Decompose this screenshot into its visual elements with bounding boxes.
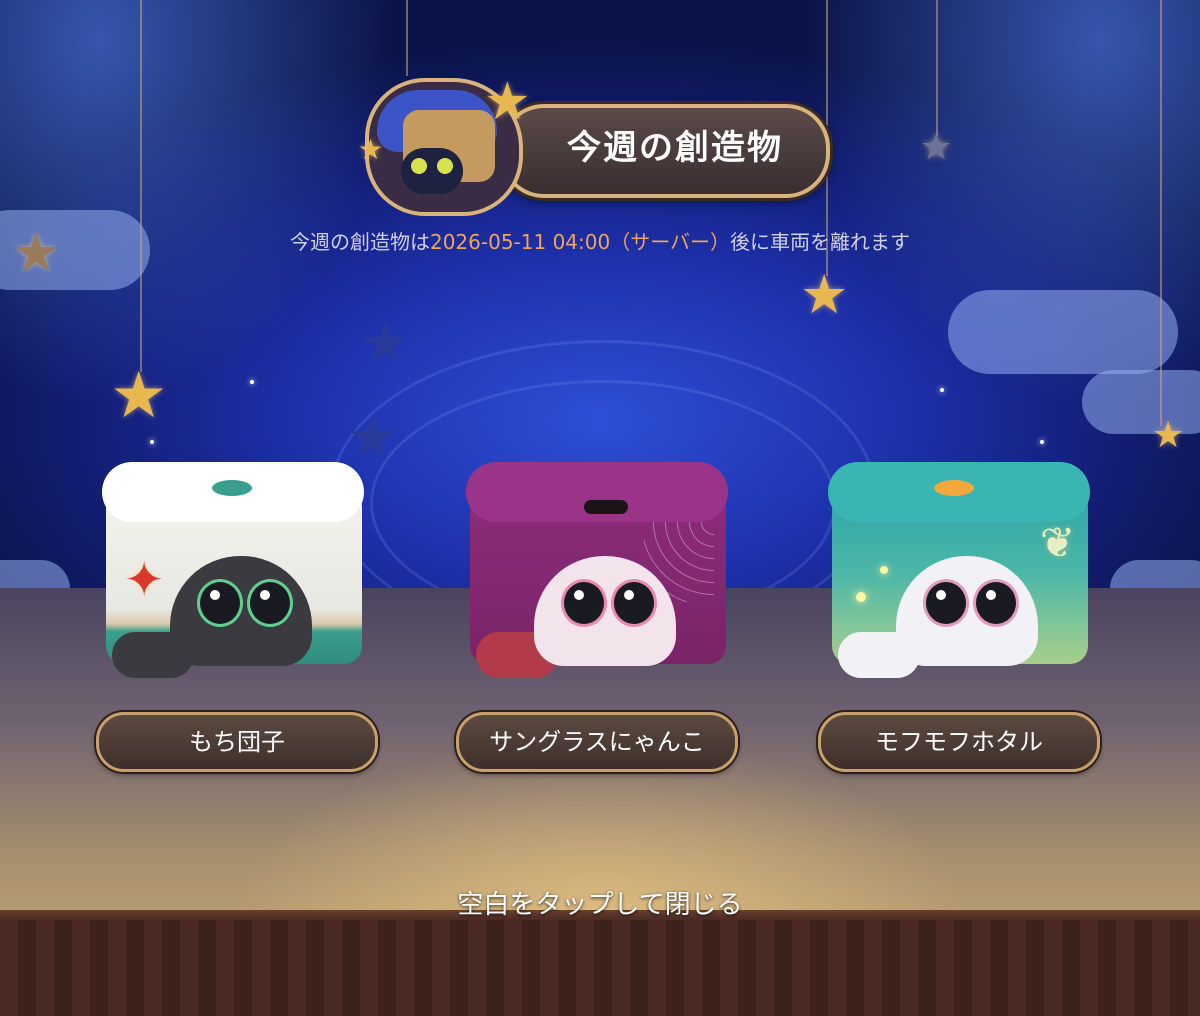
notice-datetime: 2026-05-11 04:00（サーバー）: [429, 230, 731, 254]
sparkle: [940, 388, 944, 392]
star-icon: ★: [484, 72, 531, 132]
creature-name-button[interactable]: サングラスにゃんこ: [456, 712, 738, 772]
tap-to-close-hint[interactable]: 空白をタップして閉じる: [0, 884, 1200, 921]
sparkle: [250, 380, 254, 384]
star-icon: ★: [110, 359, 168, 433]
creature-name-button[interactable]: モフモフホタル: [818, 712, 1100, 772]
stage-front-edge: [0, 910, 1200, 1016]
creature-mochi-dango[interactable]: ✦: [100, 462, 364, 694]
sparkle: [1040, 440, 1044, 444]
notice-prefix: 今週の創造物は: [289, 230, 430, 254]
star-icon: ★: [360, 311, 411, 376]
star-icon: ★: [1152, 415, 1185, 456]
hanging-string: [936, 0, 938, 136]
hanging-string: [1160, 0, 1162, 426]
hanging-string: [406, 0, 408, 76]
star-icon: ★: [346, 403, 398, 471]
sparkle: [150, 440, 154, 444]
creature-sunglasses-cat[interactable]: [464, 462, 728, 694]
cloud-decoration: [948, 290, 1178, 374]
page-title: 今週の創造物: [567, 128, 783, 168]
creature-fluffy-firefly[interactable]: ❦: [826, 462, 1090, 694]
star-icon: ★: [358, 133, 384, 166]
star-icon: ★: [920, 127, 953, 168]
creature-name-button[interactable]: もち団子: [96, 712, 378, 772]
departure-notice: 今週の創造物は2026-05-11 04:00（サーバー）後に車両を離れます: [0, 226, 1200, 255]
hanging-string: [140, 0, 142, 372]
star-icon: ★: [800, 263, 849, 326]
notice-suffix: 後に車両を離れます: [730, 230, 911, 254]
